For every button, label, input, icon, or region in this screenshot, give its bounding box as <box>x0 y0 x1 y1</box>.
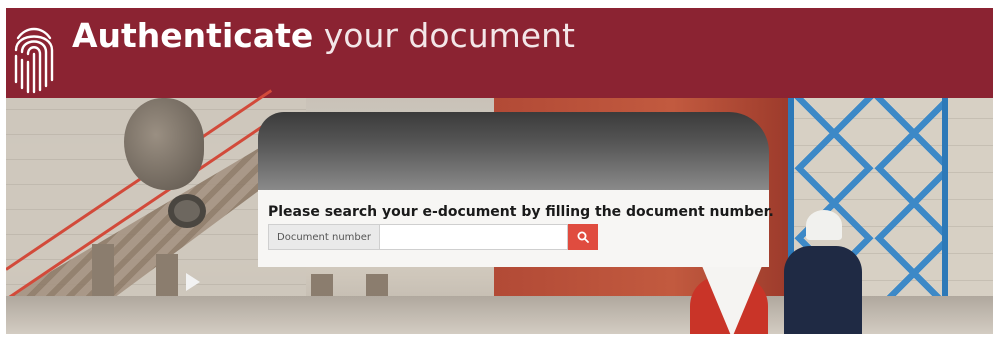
fingerprint-icon <box>14 27 54 94</box>
arrow-marker <box>186 273 200 291</box>
search-card: Please search your e-document by filling… <box>258 112 774 267</box>
title-light: your document <box>313 16 575 55</box>
title-bold: Authenticate <box>72 16 314 55</box>
page-title: Authenticate your document <box>72 14 575 58</box>
document-number-input[interactable] <box>379 224 569 250</box>
ship-propeller <box>124 98 204 190</box>
search-prompt: Please search your e-document by filling… <box>268 204 774 220</box>
search-button[interactable] <box>568 224 598 250</box>
header-bar: Authenticate your document <box>6 8 993 98</box>
search-icon <box>577 231 589 243</box>
search-form: Document number <box>268 224 598 250</box>
worker-navy <box>784 246 862 334</box>
document-number-label: Document number <box>268 224 380 250</box>
helmet <box>806 210 842 240</box>
tyre <box>168 194 206 228</box>
card-header <box>258 112 769 190</box>
card-body: Please search your e-document by filling… <box>258 190 774 267</box>
page-frame: Authenticate your document Please search… <box>6 8 993 334</box>
